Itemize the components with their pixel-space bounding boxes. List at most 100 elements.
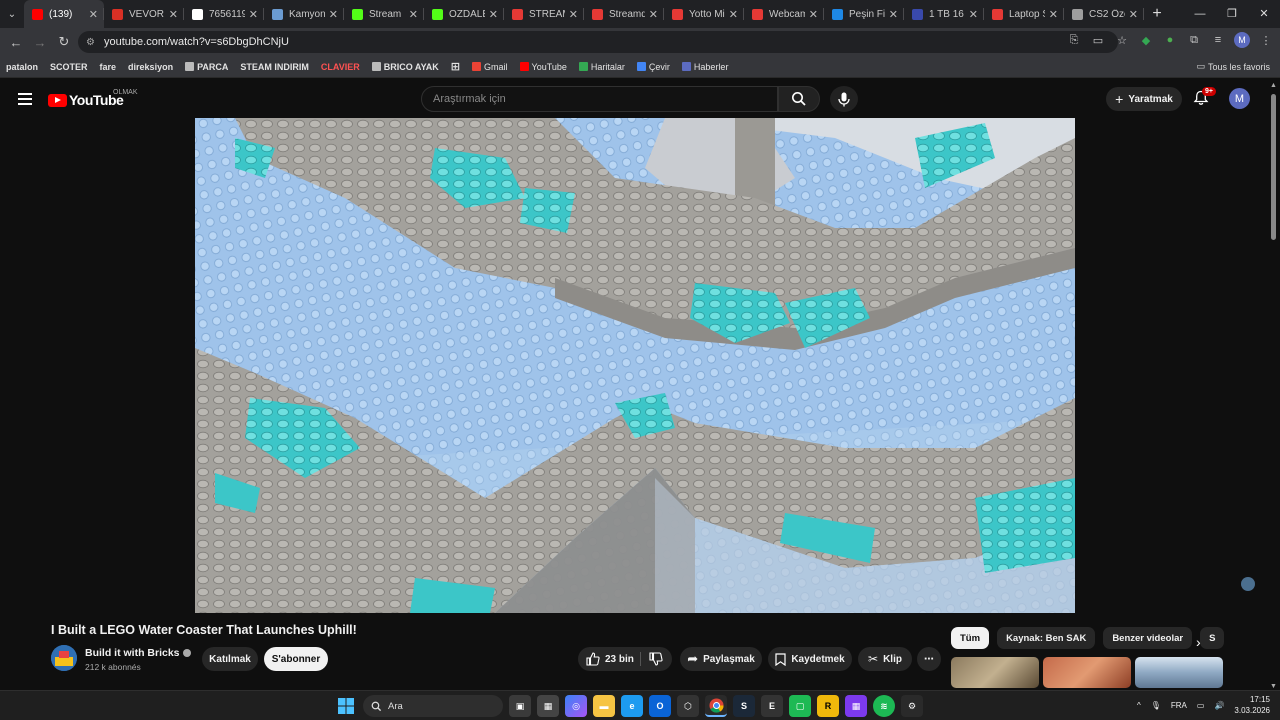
browser-tab[interactable]: Webcam ✕ [744, 0, 824, 28]
related-video-thumbnail[interactable] [951, 657, 1039, 688]
tab-close-icon[interactable]: ✕ [329, 8, 338, 21]
browser-tab[interactable]: (139) ✕ [24, 0, 104, 28]
browser-tab[interactable]: 1 TB 16 ✕ [904, 0, 984, 28]
page-scrollbar[interactable]: ▲ ▼ [1270, 82, 1278, 690]
filter-chip[interactable]: Kaynak: Ben SAK [997, 627, 1096, 649]
omnibox[interactable]: ⚙ youtube.com/watch?v=s6DbgDhCNjU [78, 31, 1118, 53]
windows-start-icon[interactable] [335, 695, 357, 717]
new-tab-button[interactable]: + [1144, 5, 1170, 23]
tab-close-icon[interactable]: ✕ [169, 8, 178, 21]
browser-tab[interactable]: Yotto Mi ✕ [664, 0, 744, 28]
join-button[interactable]: Katılmak [202, 647, 258, 671]
forward-icon[interactable]: → [28, 35, 52, 50]
create-button[interactable]: + Yaratmak [1106, 87, 1182, 111]
search-input[interactable]: Araştırmak için [421, 86, 778, 112]
media-control-icon[interactable]: ≡ [1210, 34, 1226, 46]
browser-tab[interactable]: 7656119 ✕ [184, 0, 264, 28]
bookmark-item[interactable]: BRICO AYAK [371, 62, 439, 72]
outlook-icon[interactable]: O [649, 695, 671, 717]
close-window-icon[interactable]: ✕ [1248, 0, 1280, 28]
chevron-right-icon[interactable]: › [1196, 634, 1201, 650]
edge-browser-icon[interactable]: e [621, 695, 643, 717]
scrollbar-thumb[interactable] [1271, 94, 1276, 240]
bookmark-item[interactable]: PARCA [185, 62, 228, 72]
bookmark-app-item[interactable]: Haberler [681, 62, 728, 72]
bookmark-app-item[interactable]: Haritalar [578, 62, 625, 72]
task-view-icon[interactable]: ▣ [509, 695, 531, 717]
translate-icon[interactable]: ⎘ [1066, 34, 1082, 47]
system-clock[interactable]: 17:15 3.03.2026 [1234, 694, 1270, 716]
minimize-icon[interactable]: — [1184, 0, 1216, 28]
tab-close-icon[interactable]: ✕ [1049, 8, 1058, 21]
browser-tab[interactable]: Peşin Fiy ✕ [824, 0, 904, 28]
browser-tab[interactable]: Stream ✕ [344, 0, 424, 28]
all-bookmarks-link[interactable]: ▭ Tous les favoris [1196, 61, 1270, 72]
channel-avatar[interactable] [51, 645, 77, 671]
steam-icon[interactable]: S [733, 695, 755, 717]
voice-search-button[interactable] [830, 86, 858, 112]
channel-name[interactable]: Build it with Bricks [85, 647, 191, 659]
subscribe-button[interactable]: S'abonner [264, 647, 328, 671]
chrome-menu-icon[interactable]: ⋮ [1258, 34, 1274, 47]
copilot-icon[interactable]: ◎ [565, 695, 587, 717]
cast-icon[interactable]: ▭ [1090, 34, 1106, 47]
browser-tab[interactable]: Laptop S ✕ [984, 0, 1064, 28]
bookmark-item[interactable]: patalon [6, 62, 38, 72]
filter-chip[interactable]: Benzer videolar [1103, 627, 1193, 649]
like-button[interactable]: 23 bin [586, 652, 634, 666]
video-player[interactable] [195, 118, 1075, 613]
related-video-thumbnail[interactable] [1043, 657, 1131, 688]
bookmark-app-item[interactable]: YouTube [519, 62, 567, 72]
widgets-store-icon[interactable]: ▦ [537, 695, 559, 717]
bookmark-star-icon[interactable]: ☆ [1114, 34, 1130, 47]
tab-close-icon[interactable]: ✕ [889, 8, 898, 21]
thumbs-down-icon[interactable] [649, 652, 663, 666]
extension-shield-icon[interactable]: ● [1162, 34, 1178, 46]
more-actions-button[interactable]: ⋯ [917, 647, 941, 671]
tab-close-icon[interactable]: ✕ [649, 8, 658, 21]
related-video-thumbnail[interactable] [1135, 657, 1223, 688]
settings-gear-icon[interactable]: ⚙ [901, 695, 923, 717]
extensions-icon[interactable]: ⧉ [1186, 34, 1202, 47]
apps-grid-icon[interactable]: ⊞ [451, 60, 460, 73]
reload-icon[interactable]: ↻ [52, 34, 76, 50]
chrome-taskbar-icon[interactable] [705, 695, 727, 717]
browser-tab[interactable]: Streamd ✕ [584, 0, 664, 28]
network-icon[interactable]: ▭ [1197, 701, 1205, 710]
tab-close-icon[interactable]: ✕ [249, 8, 258, 21]
restore-icon[interactable]: ❐ [1216, 0, 1248, 28]
tray-mic-icon[interactable]: 🎙 [1151, 701, 1161, 710]
tab-search-dropdown-icon[interactable]: ⌄ [0, 0, 24, 28]
epic-games-icon[interactable]: E [761, 695, 783, 717]
browser-tab[interactable]: STREAM ✕ [504, 0, 584, 28]
keyboard-language[interactable]: FRA [1171, 701, 1187, 710]
account-avatar[interactable]: M [1229, 88, 1250, 109]
browser-tab[interactable]: CS2 Öze ✕ [1064, 0, 1144, 28]
filter-chip[interactable]: S [1200, 627, 1225, 649]
filter-chip[interactable]: Tüm [951, 627, 990, 649]
share-button[interactable]: ➦ Paylaşmak [680, 647, 762, 671]
spotify-icon[interactable]: ≋ [873, 695, 895, 717]
channel-watermark-icon[interactable] [1241, 577, 1255, 591]
tab-close-icon[interactable]: ✕ [409, 8, 418, 21]
tab-close-icon[interactable]: ✕ [489, 8, 498, 21]
tab-close-icon[interactable]: ✕ [1129, 8, 1138, 21]
site-info-icon[interactable]: ⚙ [86, 37, 98, 48]
bookmark-item[interactable]: CLAVIER [321, 62, 360, 72]
tab-close-icon[interactable]: ✕ [729, 8, 738, 21]
tab-close-icon[interactable]: ✕ [89, 8, 98, 21]
scroll-down-icon[interactable]: ▼ [1270, 683, 1277, 690]
rockstar-icon[interactable]: R [817, 695, 839, 717]
file-explorer-icon[interactable]: ▬ [593, 695, 615, 717]
browser-tab[interactable]: OZDALE ✕ [424, 0, 504, 28]
volume-icon[interactable]: 🔊 [1214, 701, 1224, 710]
browser-tab[interactable]: Kamyon ✕ [264, 0, 344, 28]
taskbar-search[interactable]: Ara [363, 695, 503, 717]
tray-overflow-icon[interactable]: ^ [1137, 701, 1141, 710]
tab-close-icon[interactable]: ✕ [809, 8, 818, 21]
back-icon[interactable]: ← [4, 35, 28, 50]
bookmark-item[interactable]: fare [100, 62, 117, 72]
bookmark-app-item[interactable]: Gmail [472, 62, 508, 72]
tab-close-icon[interactable]: ✕ [569, 8, 578, 21]
app-cube-icon[interactable]: ⬡ [677, 695, 699, 717]
